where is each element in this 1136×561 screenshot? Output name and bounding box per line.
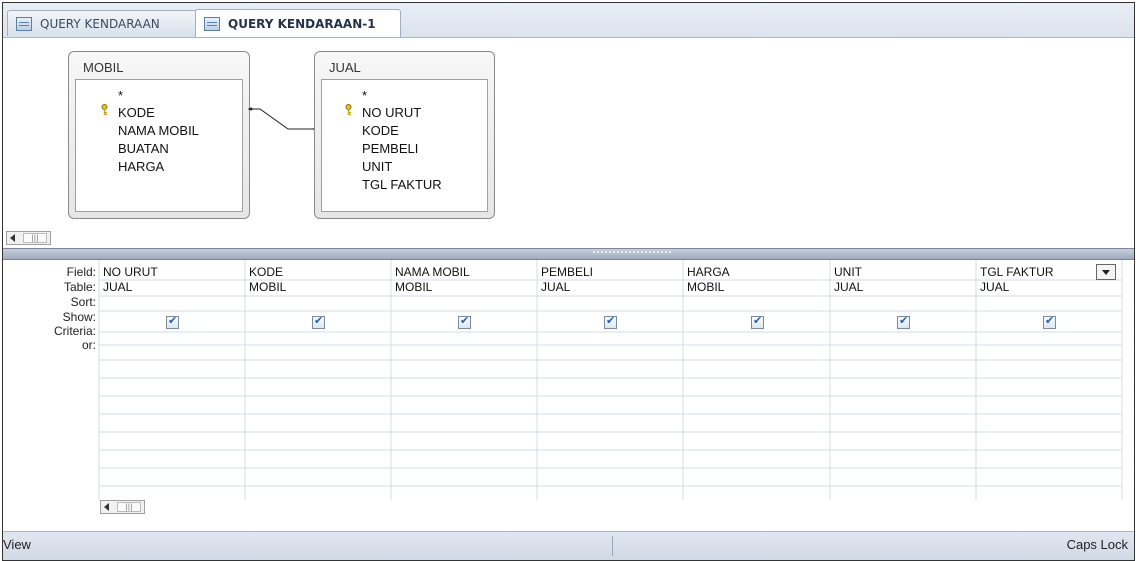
tab-query-kendaraan-1[interactable]: QUERY KENDARAAN-1 [195,9,401,37]
status-bar: View Caps Lock [3,531,1134,560]
table-cell[interactable]: MOBIL [687,280,724,294]
field-item[interactable]: NO URUT [362,105,421,120]
field-cell[interactable]: UNIT [834,265,862,279]
row-label-or: or: [81,338,96,352]
field-cell[interactable]: HARGA [687,265,730,279]
field-cell[interactable]: TGL FAKTUR [980,265,1054,279]
row-label-sort: Sort: [70,295,96,309]
field-cell[interactable]: NO URUT [103,265,158,279]
splitter-grip-icon[interactable] [593,251,671,255]
field-item[interactable]: UNIT [362,159,392,174]
table-cell[interactable]: JUAL [103,280,132,294]
upper-pane-horizontal-scrollbar[interactable]: ||| [6,231,51,245]
show-checkbox[interactable] [458,314,471,329]
table-box-jual[interactable]: JUAL [314,51,495,219]
table-cell[interactable]: JUAL [834,280,863,294]
row-label-table: Table: [63,280,96,294]
show-checkbox[interactable] [897,314,910,329]
dropdown-arrow-icon[interactable] [1096,264,1116,280]
show-checkbox[interactable] [751,314,764,329]
field-cell[interactable]: KODE [249,265,283,279]
document-tab-bar: QUERY KENDARAAN QUERY KENDARAAN-1 [3,3,1134,38]
query-icon [16,16,32,31]
field-item[interactable]: PEMBELI [362,141,418,156]
table-cell[interactable]: JUAL [541,280,570,294]
status-caps-lock: Caps Lock [1066,537,1128,552]
show-checkbox[interactable] [1043,314,1056,329]
query-icon [204,16,220,31]
pane-splitter[interactable] [3,248,1134,260]
field-cell[interactable]: PEMBELI [541,265,593,279]
grid-horizontal-scrollbar[interactable]: ||| [100,500,145,514]
table-cell[interactable]: JUAL [980,280,1009,294]
field-item[interactable]: * [118,88,123,103]
table-relationship-pane: MOBIL * KODE NAMA MOBIL BUATAN HARGA JUA… [3,38,1134,248]
row-label-field: Field: [66,265,96,279]
status-separator [612,536,613,556]
table-title: JUAL [329,60,361,75]
field-item[interactable]: KODE [118,105,155,120]
field-item[interactable]: NAMA MOBIL [118,123,199,138]
primary-key-icon [345,104,352,116]
table-cell[interactable]: MOBIL [249,280,286,294]
table-title: MOBIL [83,60,124,75]
scroll-thumb[interactable]: ||| [117,502,141,512]
tab-label: QUERY KENDARAAN-1 [228,16,376,31]
query-design-window: QUERY KENDARAAN QUERY KENDARAAN-1 MOBIL … [2,2,1135,561]
show-checkbox[interactable] [312,314,325,329]
field-item[interactable]: KODE [362,123,399,138]
field-cell[interactable]: NAMA MOBIL [395,265,470,279]
primary-key-icon [101,104,108,116]
tab-query-kendaraan[interactable]: QUERY KENDARAAN [7,10,199,36]
scroll-left-icon[interactable] [104,503,109,511]
query-design-grid: Field: Table: Sort: Show: Criteria: or: … [3,260,1134,532]
join-line[interactable] [248,102,318,132]
field-item[interactable]: BUATAN [118,141,169,156]
show-checkbox[interactable] [604,314,617,329]
scroll-thumb[interactable]: ||| [23,233,47,243]
field-item[interactable]: TGL FAKTUR [362,177,442,192]
field-item[interactable]: HARGA [118,159,164,174]
row-label-show: Show: [62,310,96,324]
status-view-label: View [3,537,31,552]
grid-lines [98,260,1123,500]
field-item[interactable]: * [362,88,367,103]
tab-label: QUERY KENDARAAN [40,16,160,31]
show-checkbox[interactable] [166,314,179,329]
row-label-criteria: Criteria: [53,324,96,338]
table-cell[interactable]: MOBIL [395,280,432,294]
scroll-left-icon[interactable] [10,234,15,242]
